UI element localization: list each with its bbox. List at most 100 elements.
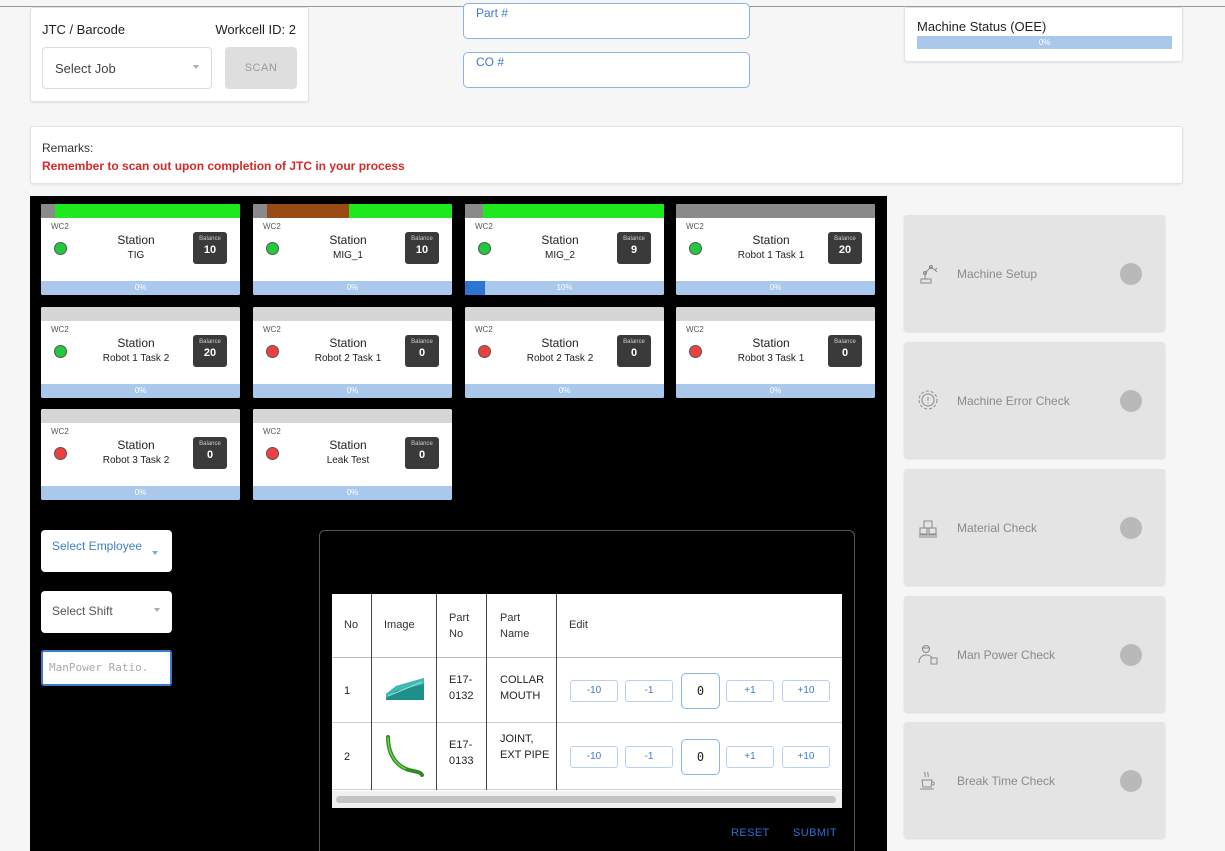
station-status-bar — [676, 204, 875, 218]
select-job-dropdown[interactable]: Select Job — [42, 47, 212, 89]
station-status-indicator — [266, 345, 279, 358]
station-status-indicator — [478, 345, 491, 358]
check-man-power-check[interactable]: Man Power Check — [904, 596, 1165, 712]
station-workcell-label: WC2 — [686, 222, 704, 231]
row-number: 2 — [344, 751, 351, 763]
part-number-input[interactable]: Part # — [463, 3, 750, 39]
station-progress-bar: 0% — [41, 486, 240, 500]
station-workcell-label: WC2 — [263, 325, 281, 334]
balance-value: 0 — [206, 449, 214, 461]
balance-label: Balance — [411, 441, 433, 447]
select-employee-dropdown[interactable]: Select Employee — [41, 530, 172, 572]
workcell-id-label: Workcell ID: 2 — [215, 22, 296, 37]
co-number-input[interactable]: CO # — [463, 52, 750, 88]
station-progress-bar: 0% — [253, 486, 452, 500]
station-status-bar — [253, 409, 452, 423]
table-horizontal-scrollbar[interactable] — [332, 791, 842, 808]
balance-label: Balance — [199, 441, 221, 447]
check-break-time-check[interactable]: Break Time Check — [904, 722, 1165, 838]
station-progress-value: 0% — [134, 283, 147, 292]
station-progress-value: 0% — [134, 386, 147, 395]
check-label: Man Power Check — [957, 648, 1056, 662]
quantity-input[interactable]: 0 — [681, 739, 720, 775]
station-card-robot-3-task-1[interactable]: WC2 Station Robot 3 Task 1 Balance 0 0% — [676, 307, 875, 398]
station-name: Robot 1 Task 2 — [102, 353, 170, 364]
check-label: Machine Error Check — [957, 394, 1070, 408]
header-image: Image — [384, 619, 415, 631]
station-status-bar — [465, 204, 664, 218]
station-status-bar — [676, 307, 875, 321]
check-status-indicator — [1120, 644, 1142, 666]
check-label: Material Check — [957, 521, 1038, 535]
station-card-leak-test[interactable]: WC2 Station Leak Test Balance 0 0% — [253, 409, 452, 500]
balance-value: 0 — [418, 449, 426, 461]
table-row: 1 E17-0132 COLLAR MOUTH -10 -1 0 +1 +10 — [332, 658, 842, 723]
station-status-segment — [349, 204, 452, 218]
coffee-cup-icon — [917, 769, 939, 791]
station-balance-badge: Balance 20 — [828, 232, 862, 264]
station-progress-value: 0% — [769, 283, 782, 292]
station-card-robot-1-task-1[interactable]: WC2 Station Robot 1 Task 1 Balance 20 0% — [676, 204, 875, 295]
balance-label: Balance — [834, 339, 856, 345]
remarks-card: Remarks: Remember to scan out upon compl… — [30, 126, 1183, 184]
check-machine-error-check[interactable]: Machine Error Check — [904, 342, 1165, 458]
quantity-input[interactable]: 0 — [681, 673, 720, 709]
station-balance-badge: Balance 0 — [617, 335, 651, 367]
scrollbar-thumb[interactable] — [336, 796, 836, 803]
station-status-indicator — [54, 345, 67, 358]
check-status-indicator — [1120, 390, 1142, 412]
station-status-segment — [41, 204, 55, 218]
station-card-mig-1[interactable]: WC2 Station MIG_1 Balance 10 0% — [253, 204, 452, 295]
machine-status-value: 0% — [1038, 38, 1051, 47]
step-button[interactable]: -1 — [625, 680, 673, 702]
step-button[interactable]: -10 — [570, 680, 618, 702]
step-button[interactable]: -1 — [625, 746, 673, 768]
column-divider — [371, 594, 372, 790]
station-title: Station — [117, 233, 155, 247]
select-shift-dropdown[interactable]: Select Shift — [41, 591, 172, 633]
submit-button[interactable]: SUBMIT — [793, 827, 837, 839]
balance-value: 9 — [630, 244, 638, 256]
reset-button[interactable]: RESET — [731, 827, 770, 839]
station-name: MIG_1 — [332, 250, 363, 261]
balance-label: Balance — [411, 236, 433, 242]
station-name: MIG_2 — [544, 250, 575, 261]
page: JTC / Barcode Workcell ID: 2 Select Job … — [0, 0, 1225, 851]
station-name: Leak Test — [326, 455, 370, 466]
station-card-robot-2-task-1[interactable]: WC2 Station Robot 2 Task 1 Balance 0 0% — [253, 307, 452, 398]
check-material-check[interactable]: Material Check — [904, 469, 1165, 585]
station-progress-bar: 10% — [465, 281, 664, 295]
station-balance-badge: Balance 10 — [193, 232, 227, 264]
step-button[interactable]: -10 — [570, 746, 618, 768]
header-edit: Edit — [569, 619, 588, 631]
station-card-robot-1-task-2[interactable]: WC2 Station Robot 1 Task 2 Balance 20 0% — [41, 307, 240, 398]
scan-button[interactable]: SCAN — [225, 47, 297, 89]
station-card-mig-2[interactable]: WC2 Station MIG_2 Balance 9 10% — [465, 204, 664, 295]
check-status-indicator — [1120, 517, 1142, 539]
balance-label: Balance — [623, 236, 645, 242]
manpower-ratio-input[interactable]: ManPower Ratio. — [41, 650, 172, 686]
select-shift-label: Select Shift — [52, 604, 113, 618]
check-machine-setup[interactable]: Machine Setup — [904, 215, 1165, 331]
station-workcell-label: WC2 — [475, 222, 493, 231]
collar-mouth-part-icon — [384, 676, 426, 705]
station-title: Station — [329, 438, 367, 452]
step-button[interactable]: +10 — [782, 746, 830, 768]
table-header-row: No Image Part No Part Name Edit — [332, 594, 842, 658]
station-status-segment — [267, 204, 349, 218]
check-status-indicator — [1120, 263, 1142, 285]
balance-value: 20 — [203, 347, 217, 359]
station-status-indicator — [478, 242, 491, 255]
table-row: 2 E17-0133 JOINT, EXT PIPE -10 -1 0 +1 +10 — [332, 723, 842, 790]
step-button[interactable]: +10 — [782, 680, 830, 702]
step-button[interactable]: +1 — [726, 746, 774, 768]
station-status-bar — [253, 307, 452, 321]
step-button[interactable]: +1 — [726, 680, 774, 702]
station-card-robot-2-task-2[interactable]: WC2 Station Robot 2 Task 2 Balance 0 0% — [465, 307, 664, 398]
station-card-tig[interactable]: WC2 Station TIG Balance 10 0% — [41, 204, 240, 295]
parts-table: No Image Part No Part Name Edit 1 E17-013… — [332, 594, 842, 808]
station-status-indicator — [689, 345, 702, 358]
select-employee-label: Select Employee — [52, 539, 143, 553]
station-card-robot-3-task-2[interactable]: WC2 Station Robot 3 Task 2 Balance 0 0% — [41, 409, 240, 500]
station-title: Station — [117, 336, 155, 350]
